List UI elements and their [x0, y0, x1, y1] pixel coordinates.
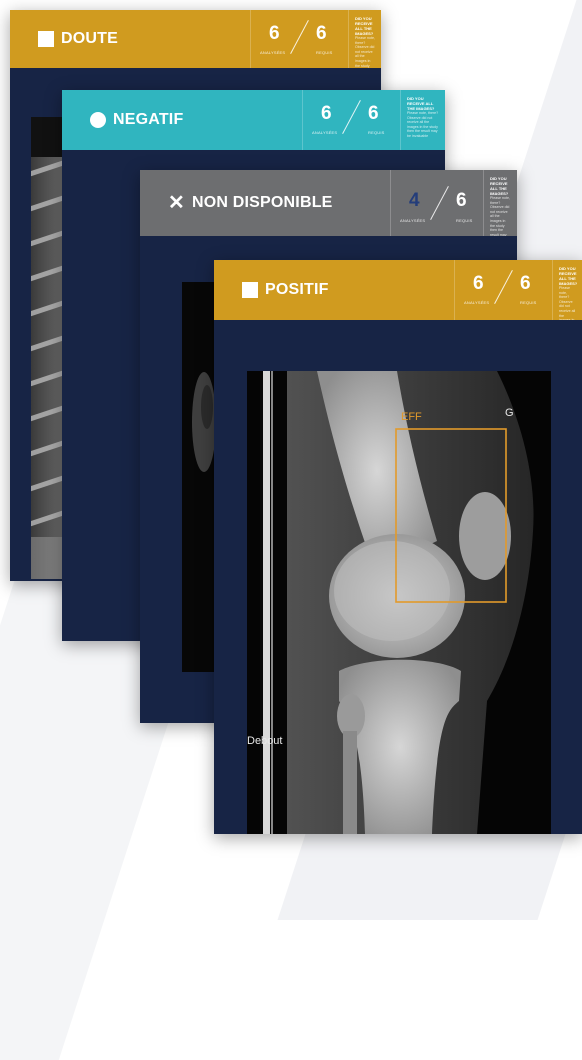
image-warning-note: DID YOU RECEIVE ALL THE IMAGES? Please n… — [559, 266, 578, 320]
card-header: NEGATIF 6 6 ANALYSÉES REQUIS DID YOU REC… — [62, 90, 445, 150]
image-count: 6 6 ANALYSÉES REQUIS — [250, 10, 349, 68]
count-divider — [494, 269, 513, 305]
required-count: 6 — [368, 103, 379, 124]
required-label: REQUIS — [520, 300, 537, 305]
status-text: POSITIF — [265, 281, 329, 298]
card-header: ✕ NON DISPONIBLE 4 6 ANALYSÉES REQUIS DI… — [140, 170, 517, 236]
analysed-label: ANALYSÉES — [312, 130, 338, 135]
analysed-count: 6 — [269, 23, 280, 44]
card-header: POSITIF 6 6 ANALYSÉES REQUIS DID YOU REC… — [214, 260, 582, 320]
count-divider — [290, 19, 309, 55]
status-label: NEGATIF — [62, 90, 302, 150]
required-count: 6 — [520, 273, 531, 294]
count-divider — [430, 185, 449, 221]
image-count: 6 6 ANALYSÉES REQUIS — [454, 260, 553, 320]
image-warning-note: DID YOU RECEIVE ALL THE IMAGES? Please n… — [490, 176, 510, 236]
status-label: ✕ NON DISPONIBLE — [140, 170, 390, 236]
image-count: 4 6 ANALYSÉES REQUIS — [390, 170, 484, 236]
finding-label: EFF — [401, 411, 422, 423]
result-card-positif: POSITIF 6 6 ANALYSÉES REQUIS DID YOU REC… — [214, 260, 582, 834]
required-count: 6 — [456, 190, 467, 211]
analysed-label: ANALYSÉES — [400, 218, 426, 223]
position-marker: Debout — [247, 735, 283, 747]
x-icon: ✕ — [168, 192, 185, 214]
square-icon — [242, 282, 258, 298]
status-label: DOUTE — [10, 10, 250, 68]
status-text: DOUTE — [61, 30, 118, 47]
status-label: POSITIF — [214, 260, 454, 320]
count-divider — [342, 99, 361, 135]
analysed-count: 6 — [321, 103, 332, 124]
analysed-count: 6 — [473, 273, 484, 294]
required-count: 6 — [316, 23, 327, 44]
knee-xray-image: EFF G Debout — [247, 371, 551, 834]
side-marker: G — [505, 407, 514, 419]
circle-icon — [90, 112, 106, 128]
status-text: NEGATIF — [113, 111, 184, 128]
required-label: REQUIS — [368, 130, 385, 135]
required-label: REQUIS — [456, 218, 473, 223]
analysed-count: 4 — [409, 190, 420, 211]
image-warning-note: DID YOU RECEIVE ALL THE IMAGES? Please n… — [407, 96, 439, 138]
status-text: NON DISPONIBLE — [191, 194, 333, 211]
analysed-label: ANALYSÉES — [260, 50, 286, 55]
xray-image — [182, 282, 214, 672]
card-header: DOUTE 6 6 ANALYSÉES REQUIS DID YOU RECEI… — [10, 10, 381, 68]
analysed-label: ANALYSÉES — [464, 300, 490, 305]
required-label: REQUIS — [316, 50, 333, 55]
image-warning-note: DID YOU RECEIVE ALL THE IMAGES? Please n… — [355, 16, 375, 68]
square-icon — [38, 31, 54, 47]
image-count: 6 6 ANALYSÉES REQUIS — [302, 90, 401, 150]
